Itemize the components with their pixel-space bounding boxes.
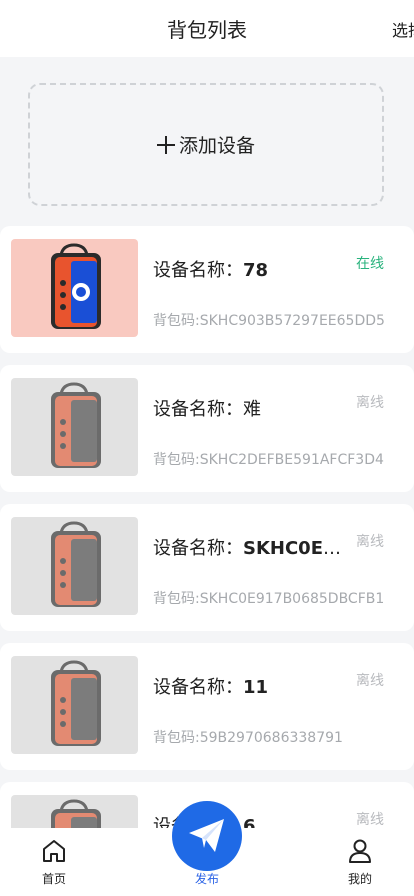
device-name-value: SKHC0E917... bbox=[243, 538, 353, 559]
nav-home-label: 首页 bbox=[41, 872, 66, 886]
device-name: 设备名称：11 bbox=[153, 673, 368, 699]
plus-icon bbox=[156, 135, 175, 154]
device-card[interactable]: 设备名称：SKHC0E917... 离线 背包码:SKHC0E917B0685D… bbox=[0, 504, 414, 631]
device-name-prefix: 设备名称： bbox=[153, 260, 243, 281]
status-badge: 离线 bbox=[356, 812, 384, 828]
device-name-value: 78 bbox=[243, 260, 269, 281]
device-code: 背包码:SKHC903B57297EE65DD5 bbox=[153, 310, 413, 330]
device-name-prefix: 设备名称： bbox=[153, 677, 243, 698]
device-code-value: 59B2970686338791 bbox=[199, 730, 343, 746]
add-device-content: 添加设备 bbox=[156, 131, 255, 158]
device-name: 设备名称：难 bbox=[153, 395, 368, 421]
device-name-prefix: 设备名称： bbox=[153, 538, 243, 559]
nav-mine[interactable]: 我的 bbox=[320, 828, 400, 896]
device-code-value: SKHC0E917B0685DBCFB1 bbox=[199, 591, 385, 607]
backpack-icon bbox=[51, 521, 101, 607]
add-device-label: 添加设备 bbox=[178, 135, 255, 157]
device-code: 背包码:SKHC0E917B0685DBCFB1 bbox=[153, 588, 413, 608]
page-title: 背包列表 bbox=[167, 18, 247, 42]
nav-home[interactable]: 首页 bbox=[14, 828, 94, 896]
device-name: 设备名称：SKHC0E917... bbox=[153, 534, 353, 560]
device-thumbnail bbox=[11, 517, 138, 615]
nav-mine-label: 我的 bbox=[347, 872, 372, 886]
status-badge: 离线 bbox=[356, 395, 384, 411]
app-root: 背包列表 选择 添加设备 bbox=[0, 0, 414, 896]
device-code-prefix: 背包码: bbox=[153, 730, 200, 746]
device-code-prefix: 背包码: bbox=[153, 591, 200, 607]
publish-button[interactable] bbox=[172, 801, 242, 871]
user-icon bbox=[349, 839, 371, 863]
device-card[interactable]: 设备名称：78 在线 背包码:SKHC903B57297EE65DD5 bbox=[0, 226, 414, 353]
device-code: 背包码:SKHC2DEFBE591AFCF3D4 bbox=[153, 449, 413, 469]
device-name-prefix: 设备名称： bbox=[153, 399, 243, 420]
device-code-prefix: 背包码: bbox=[153, 313, 200, 329]
device-thumbnail bbox=[11, 656, 138, 754]
backpack-icon bbox=[51, 382, 101, 468]
add-device-button[interactable]: 添加设备 bbox=[28, 83, 384, 206]
status-badge: 在线 bbox=[356, 256, 384, 272]
nav-publish-label: 发布 bbox=[194, 872, 219, 886]
device-name-value: 11 bbox=[243, 677, 269, 698]
home-icon bbox=[43, 840, 65, 862]
device-code-prefix: 背包码: bbox=[153, 452, 200, 468]
backpack-icon bbox=[51, 243, 101, 329]
device-code-value: SKHC2DEFBE591AFCF3D4 bbox=[199, 452, 384, 468]
device-card[interactable]: 设备名称：难 离线 背包码:SKHC2DEFBE591AFCF3D4 bbox=[0, 365, 414, 492]
header: 背包列表 选择 bbox=[0, 0, 414, 57]
select-button[interactable]: 选择 bbox=[392, 17, 414, 41]
paper-plane-icon bbox=[189, 819, 224, 852]
device-name-value: 难 bbox=[243, 399, 261, 420]
device-thumbnail bbox=[11, 239, 138, 337]
device-code-value: SKHC903B57297EE65DD5 bbox=[199, 313, 385, 329]
status-badge: 离线 bbox=[356, 673, 384, 689]
backpack-icon bbox=[51, 660, 101, 746]
status-badge: 离线 bbox=[356, 534, 384, 550]
device-name: 设备名称：78 bbox=[153, 256, 368, 282]
device-card[interactable]: 设备名称：11 离线 背包码:59B2970686338791 bbox=[0, 643, 414, 770]
device-thumbnail bbox=[11, 378, 138, 476]
device-code: 背包码:59B2970686338791 bbox=[153, 727, 413, 747]
